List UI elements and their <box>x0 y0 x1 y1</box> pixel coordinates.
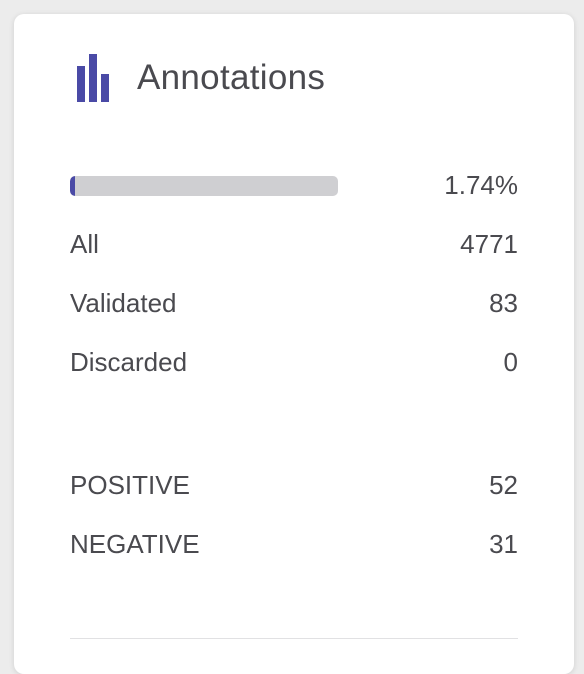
bar-chart-icon <box>77 54 111 102</box>
class-row-negative: NEGATIVE 31 <box>70 524 518 564</box>
stat-value: 0 <box>503 346 518 377</box>
progress-track <box>70 176 338 196</box>
validation-progress: 1.74% <box>70 162 518 212</box>
progress-fill <box>70 176 75 196</box>
stat-label: All <box>70 228 99 259</box>
divider <box>70 638 518 639</box>
stat-value: 4771 <box>460 228 518 259</box>
class-value: 52 <box>489 469 518 500</box>
class-value: 31 <box>489 528 518 559</box>
stat-row-all: All 4771 <box>70 224 518 264</box>
stat-value: 83 <box>489 287 518 318</box>
class-label: NEGATIVE <box>70 528 200 559</box>
stat-label: Discarded <box>70 346 188 377</box>
card-title: Annotations <box>137 58 326 97</box>
stat-row-validated: Validated 83 <box>70 283 518 323</box>
card-header: Annotations <box>77 52 325 104</box>
stat-label: Validated <box>70 287 177 318</box>
class-label: POSITIVE <box>70 469 190 500</box>
stat-row-discarded: Discarded 0 <box>70 342 518 382</box>
progress-percent: 1.74% <box>444 170 518 200</box>
annotations-card: Annotations 1.74% All 4771 Validated 83 … <box>14 14 574 674</box>
class-row-positive: POSITIVE 52 <box>70 465 518 505</box>
